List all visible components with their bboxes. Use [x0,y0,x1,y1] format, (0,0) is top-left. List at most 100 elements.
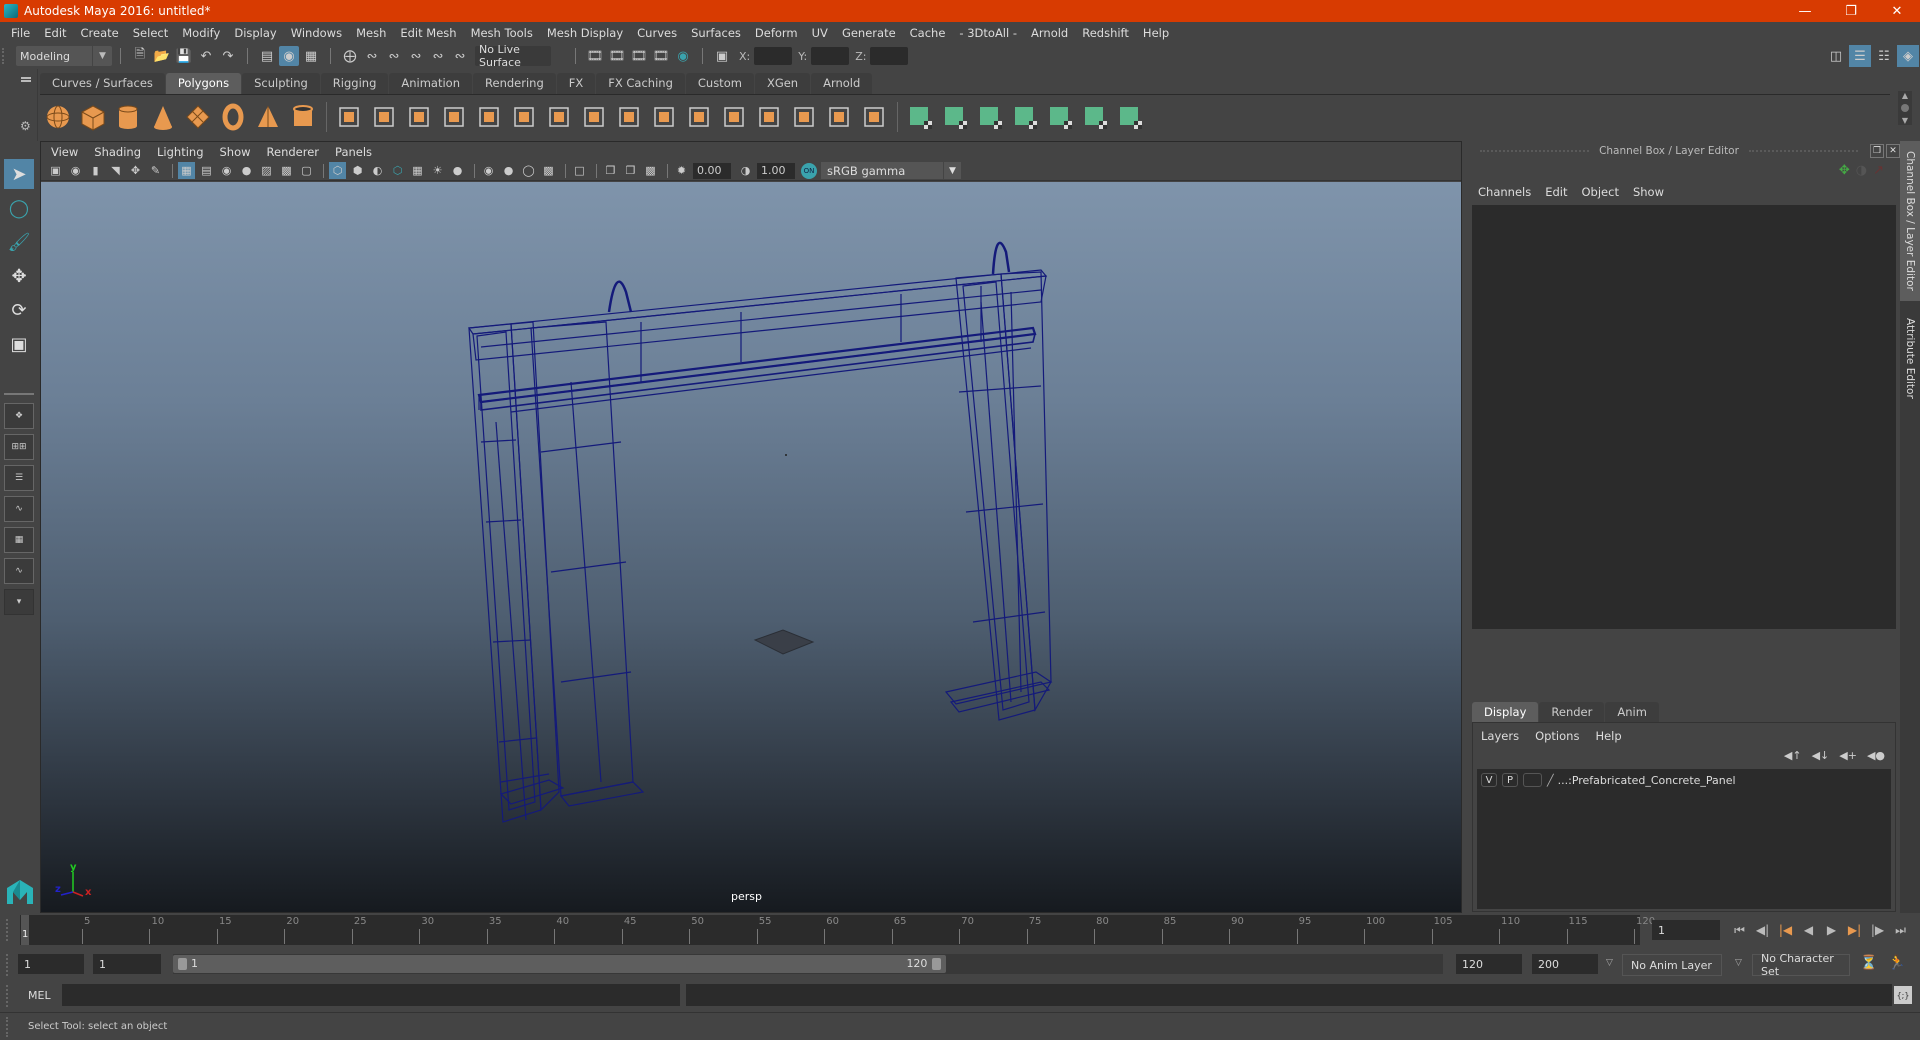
cylindrical-uv-icon[interactable] [941,103,969,131]
shelf-tab-xgen[interactable]: XGen [754,73,811,94]
extract-icon[interactable] [475,103,503,131]
camera-attributes-icon[interactable]: ◉ [67,162,84,179]
play-backwards-button[interactable]: ◀ [1799,920,1818,940]
scroll-up-icon[interactable]: ▲ [1902,91,1908,100]
close-panel-icon[interactable]: ✕ [1886,144,1900,158]
layer-tab-display[interactable]: Display [1472,702,1539,722]
new-scene-icon[interactable]: 🗎 [130,46,150,66]
extrude-icon[interactable] [580,103,608,131]
smooth-shade-icon[interactable]: ⬢ [349,162,366,179]
menu-mesh-tools[interactable]: Mesh Tools [464,26,540,40]
safe-title-icon[interactable]: ▢ [298,162,315,179]
speed-icon[interactable]: ◑ [1856,163,1867,178]
viewport-menu-view[interactable]: View [51,145,78,159]
collapse-icon[interactable] [860,103,888,131]
scale-tool[interactable]: ▣ [4,329,34,359]
rotate-tool[interactable]: ⟳ [4,295,34,325]
layer-editor-menu-layers[interactable]: Layers [1481,729,1519,743]
poly-pipe-icon[interactable] [289,103,317,131]
grid-icon[interactable]: ▦ [178,162,195,179]
viewport-menu-lighting[interactable]: Lighting [157,145,203,159]
viewport-menu-show[interactable]: Show [220,145,251,159]
current-frame-input[interactable]: 1 [1652,920,1720,940]
redo-icon[interactable]: ↷ [218,46,238,66]
command-input[interactable] [62,984,680,1006]
wireframe-model[interactable] [41,182,1461,912]
gamma-input[interactable]: 1.00 [757,162,795,179]
xray-joints-icon[interactable]: ▩ [642,162,659,179]
y-input[interactable] [811,47,850,65]
layer-playback-toggle[interactable]: P [1502,773,1518,787]
make-live-icon[interactable]: ∾ [450,46,470,66]
menu-modify[interactable]: Modify [175,26,227,40]
target-weld-icon[interactable] [790,103,818,131]
image-plane-icon[interactable]: ◥ [107,162,124,179]
persp-graph-layout-button[interactable]: ∿ [4,496,34,522]
boolean-icon[interactable] [510,103,538,131]
offset-edge-loop-icon[interactable] [755,103,783,131]
time-ruler[interactable]: 1 5 10 15 20 25 30 35 40 45 50 55 60 65 70 75 80 85 90 95 1… [20,915,1655,945]
use-default-material-icon[interactable]: ◐ [369,162,386,179]
menu-mesh-display[interactable]: Mesh Display [540,26,630,40]
color-management-toggle[interactable]: ON [801,162,817,179]
camera-icon[interactable]: ▣ [47,162,64,179]
channel-box-menu-show[interactable]: Show [1633,185,1664,199]
layer-visibility-toggle[interactable]: V [1481,773,1497,787]
x-input[interactable] [754,47,793,65]
hyper-icon[interactable]: ↗ [1873,163,1884,178]
menu-edit[interactable]: Edit [37,26,73,40]
menu-curves[interactable]: Curves [630,26,684,40]
combine-icon[interactable] [335,103,363,131]
isolate-select-icon[interactable]: □ [571,162,588,179]
use-all-lights-icon[interactable]: ☀ [429,162,446,179]
menuset-dropdown[interactable]: Modeling ▼ [16,46,112,66]
shelf-tab-rendering[interactable]: Rendering [473,73,556,94]
play-forwards-button[interactable]: ▶ [1822,920,1841,940]
viewport-menu-panels[interactable]: Panels [335,145,372,159]
shelf-menu-icon[interactable] [21,77,31,79]
transform-input-mode-icon[interactable]: ▣ [712,46,732,66]
film-gate-icon[interactable]: ▤ [198,162,215,179]
multi-cut-icon[interactable] [685,103,713,131]
viewport-3d-scene[interactable]: y z x persp [41,182,1461,912]
drag-handle[interactable] [2,48,6,64]
animation-preferences-icon[interactable]: 🏃 [1888,955,1905,971]
character-set-dropdown[interactable]: No Character Set [1752,952,1850,978]
playback-start-input[interactable]: 1 [93,954,161,974]
grease-pencil-icon[interactable]: ✎ [147,162,164,179]
persp-outliner-graph-layout-button[interactable]: ∿ [4,558,34,584]
script-language-toggle[interactable]: MEL [28,989,51,1002]
poly-sphere-icon[interactable] [44,103,72,131]
drag-handle[interactable] [6,1017,10,1037]
poly-cone-icon[interactable] [149,103,177,131]
wireframe-on-shaded-icon[interactable]: ⬡ [389,162,406,179]
poly-cylinder-icon[interactable] [114,103,142,131]
channel-box-toggle-icon[interactable]: ◈ [1897,45,1919,67]
viewport-menu-renderer[interactable]: Renderer [267,145,320,159]
scroll-down-icon[interactable]: ▼ [1902,116,1908,125]
snap-view-plane-icon[interactable]: ∾ [428,46,448,66]
view-transform-dropdown[interactable]: sRGB gamma ▼ [821,162,961,179]
unfold-uv-icon[interactable] [1046,103,1074,131]
channel-box-menu-channels[interactable]: Channels [1478,185,1531,199]
layer-editor-menu-help[interactable]: Help [1595,729,1621,743]
poly-torus-icon[interactable] [219,103,247,131]
append-icon[interactable] [650,103,678,131]
current-time-indicator[interactable]: 1 [21,915,29,945]
shelf-tab-curves-surfaces[interactable]: Curves / Surfaces [40,73,165,94]
poly-pyramid-icon[interactable] [254,103,282,131]
range-slider[interactable]: 1 120 [173,954,1443,974]
move-layer-up-icon[interactable]: ◀↑ [1784,749,1802,762]
exposure-input[interactable]: 0.00 [693,162,731,179]
shelf-tab-sculpting[interactable]: Sculpting [242,73,320,94]
menu-cache[interactable]: Cache [903,26,953,40]
snap-point-icon[interactable]: ∾ [384,46,404,66]
menu-uv[interactable]: UV [805,26,835,40]
two-d-pan-zoom-icon[interactable]: ✥ [127,162,144,179]
animation-start-input[interactable]: 1 [18,954,84,974]
step-back-key-button[interactable]: |◀ [1776,920,1795,940]
playback-end-input[interactable]: 120 [1456,954,1522,974]
shelf-tab-animation[interactable]: Animation [389,73,473,94]
step-forward-frame-button[interactable]: |▶ [1868,920,1887,940]
anti-aliasing-icon[interactable]: ◯ [520,162,537,179]
